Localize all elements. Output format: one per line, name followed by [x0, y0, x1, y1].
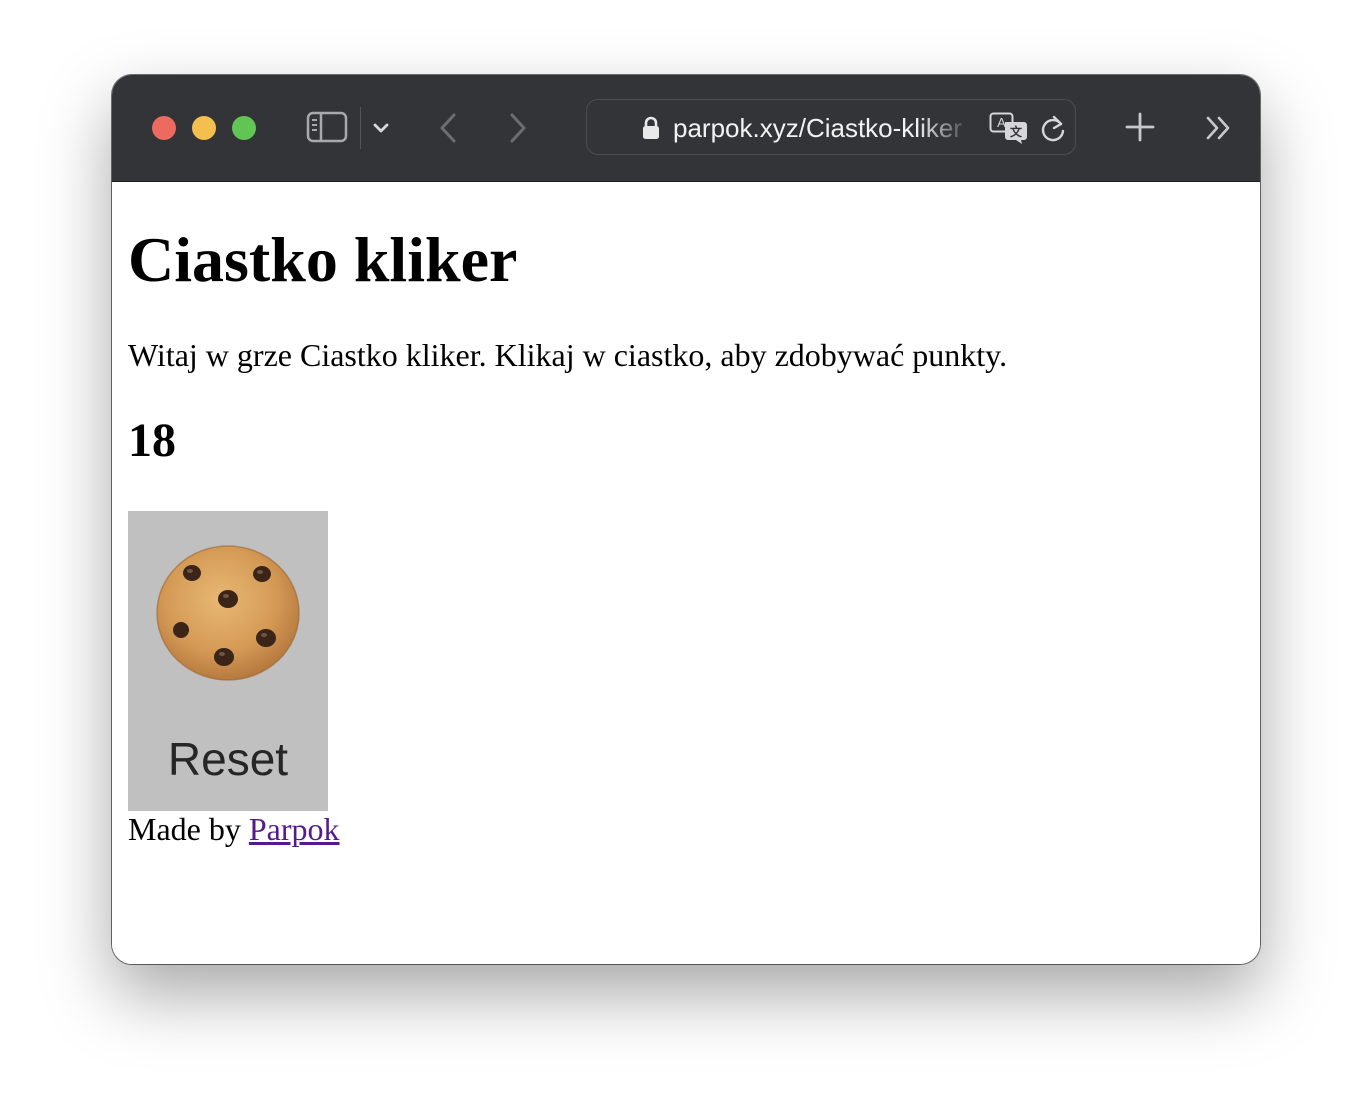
- cookie-reset-button[interactable]: Reset: [128, 511, 328, 811]
- footer: Made by Parpok: [128, 810, 340, 848]
- chevron-left-icon[interactable]: [436, 111, 460, 145]
- intro-text: Witaj w grze Ciastko kliker. Klikaj w ci…: [128, 337, 1008, 373]
- close-window-button[interactable]: [152, 116, 176, 140]
- translate-icon[interactable]: A 文: [989, 112, 1029, 144]
- reload-icon[interactable]: [1039, 114, 1067, 144]
- svg-text:文: 文: [1010, 124, 1023, 139]
- sidebar-icon[interactable]: [306, 111, 348, 143]
- footer-prefix: Made by: [128, 811, 249, 847]
- svg-text:A: A: [997, 115, 1006, 130]
- cookie-icon[interactable]: [154, 543, 302, 683]
- plus-icon[interactable]: [1124, 111, 1156, 143]
- browser-window: parpok.xyz/Ciastko-kliker A 文 Ciastko kl…: [112, 75, 1260, 964]
- toolbar-divider: [360, 107, 361, 149]
- chevron-down-icon[interactable]: [372, 119, 390, 137]
- reset-label[interactable]: Reset: [128, 731, 328, 787]
- minimize-window-button[interactable]: [192, 116, 216, 140]
- score-counter: 18: [128, 414, 176, 467]
- page-title: Ciastko kliker: [128, 224, 518, 295]
- page-content: Ciastko kliker Witaj w grze Ciastko klik…: [112, 182, 1260, 964]
- chevron-right-icon[interactable]: [506, 111, 530, 145]
- url-fade: [917, 110, 973, 146]
- maximize-window-button[interactable]: [232, 116, 256, 140]
- double-chevron-right-icon[interactable]: [1204, 113, 1234, 143]
- lock-icon: [643, 116, 659, 139]
- address-bar[interactable]: parpok.xyz/Ciastko-kliker A 文: [586, 99, 1076, 155]
- browser-toolbar: parpok.xyz/Ciastko-kliker A 文: [112, 75, 1260, 182]
- author-link[interactable]: Parpok: [249, 811, 340, 847]
